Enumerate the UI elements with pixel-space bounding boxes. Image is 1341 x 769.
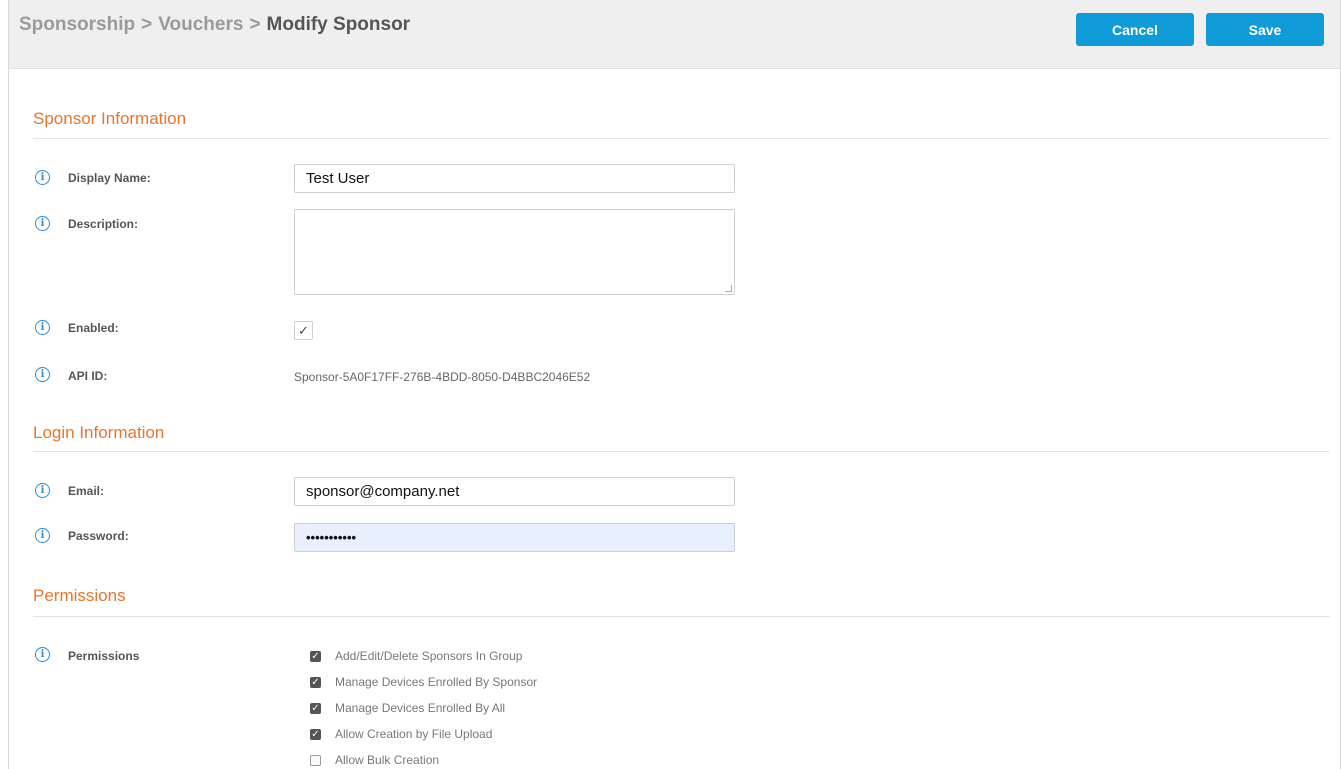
- section-divider: [33, 451, 1330, 452]
- cancel-button[interactable]: Cancel: [1076, 13, 1194, 46]
- info-icon[interactable]: i: [35, 647, 50, 662]
- permission-label: Manage Devices Enrolled By All: [335, 701, 506, 715]
- password-value: •••••••••••: [306, 530, 357, 545]
- api-id-value: Sponsor-5A0F17FF-276B-4BDD-8050-D4BBC204…: [294, 370, 591, 384]
- info-icon[interactable]: i: [35, 170, 50, 185]
- page-header: Sponsorship > Vouchers > Modify Sponsor Canc…: [9, 0, 1340, 69]
- breadcrumb: Sponsorship > Vouchers > Modify Sponsor: [19, 14, 410, 36]
- breadcrumb-separator: >: [249, 14, 261, 35]
- password-input[interactable]: •••••••••••: [294, 523, 735, 552]
- permission-label: Allow Creation by File Upload: [335, 727, 493, 741]
- permission-item[interactable]: ✓ Manage Devices Enrolled By Sponsor: [310, 669, 537, 695]
- breadcrumb-separator: >: [141, 14, 153, 35]
- permission-label: Allow Bulk Creation: [335, 753, 440, 767]
- permission-checkbox[interactable]: [310, 754, 321, 766]
- display-name-input[interactable]: Test User: [294, 164, 735, 193]
- info-icon[interactable]: i: [35, 528, 50, 543]
- api-id-label: API ID:: [68, 369, 108, 383]
- info-icon[interactable]: i: [35, 216, 50, 231]
- description-textarea[interactable]: [294, 209, 735, 295]
- permission-label: Add/Edit/Delete Sponsors In Group: [335, 649, 523, 663]
- password-label: Password:: [68, 529, 129, 543]
- info-icon[interactable]: i: [35, 320, 50, 335]
- permission-checkbox[interactable]: ✓: [310, 650, 321, 662]
- permission-checkbox[interactable]: ✓: [310, 702, 321, 714]
- save-button[interactable]: Save: [1206, 13, 1324, 46]
- permission-checkbox[interactable]: ✓: [310, 728, 321, 740]
- section-divider: [33, 138, 1330, 139]
- permissions-label: Permissions: [68, 649, 140, 663]
- permission-item[interactable]: ✓ Manage Devices Enrolled By All: [310, 695, 537, 721]
- section-title-permissions: Permissions: [33, 586, 126, 605]
- email-input[interactable]: sponsor@company.net: [294, 477, 735, 506]
- permission-item[interactable]: Allow Bulk Creation: [310, 747, 537, 769]
- breadcrumb-vouchers[interactable]: Vouchers: [158, 14, 243, 35]
- display-name-label: Display Name:: [68, 171, 151, 185]
- email-label: Email:: [68, 484, 105, 498]
- section-title-login-information: Login Information: [33, 423, 165, 442]
- breadcrumb-current: Modify Sponsor: [266, 14, 411, 35]
- permission-item[interactable]: ✓ Allow Creation by File Upload: [310, 721, 537, 747]
- section-divider: [33, 616, 1330, 617]
- enabled-label: Enabled:: [68, 321, 119, 335]
- info-icon[interactable]: i: [35, 367, 50, 382]
- section-title-sponsor-information: Sponsor Information: [33, 109, 187, 128]
- breadcrumb-sponsorship[interactable]: Sponsorship: [19, 14, 135, 35]
- resize-grip-icon[interactable]: [725, 285, 732, 292]
- permission-item[interactable]: ✓ Add/Edit/Delete Sponsors In Group: [310, 643, 537, 669]
- description-label: Description:: [68, 217, 139, 231]
- permissions-list: ✓ Add/Edit/Delete Sponsors In Group ✓ Ma…: [310, 643, 537, 769]
- enabled-checkbox[interactable]: ✓: [294, 321, 313, 340]
- info-icon[interactable]: i: [35, 483, 50, 498]
- permission-label: Manage Devices Enrolled By Sponsor: [335, 675, 538, 689]
- page-frame: Sponsorship > Vouchers > Modify Sponsor Canc…: [8, 0, 1341, 769]
- checkmark-icon: ✓: [298, 322, 309, 338]
- permission-checkbox[interactable]: ✓: [310, 676, 321, 688]
